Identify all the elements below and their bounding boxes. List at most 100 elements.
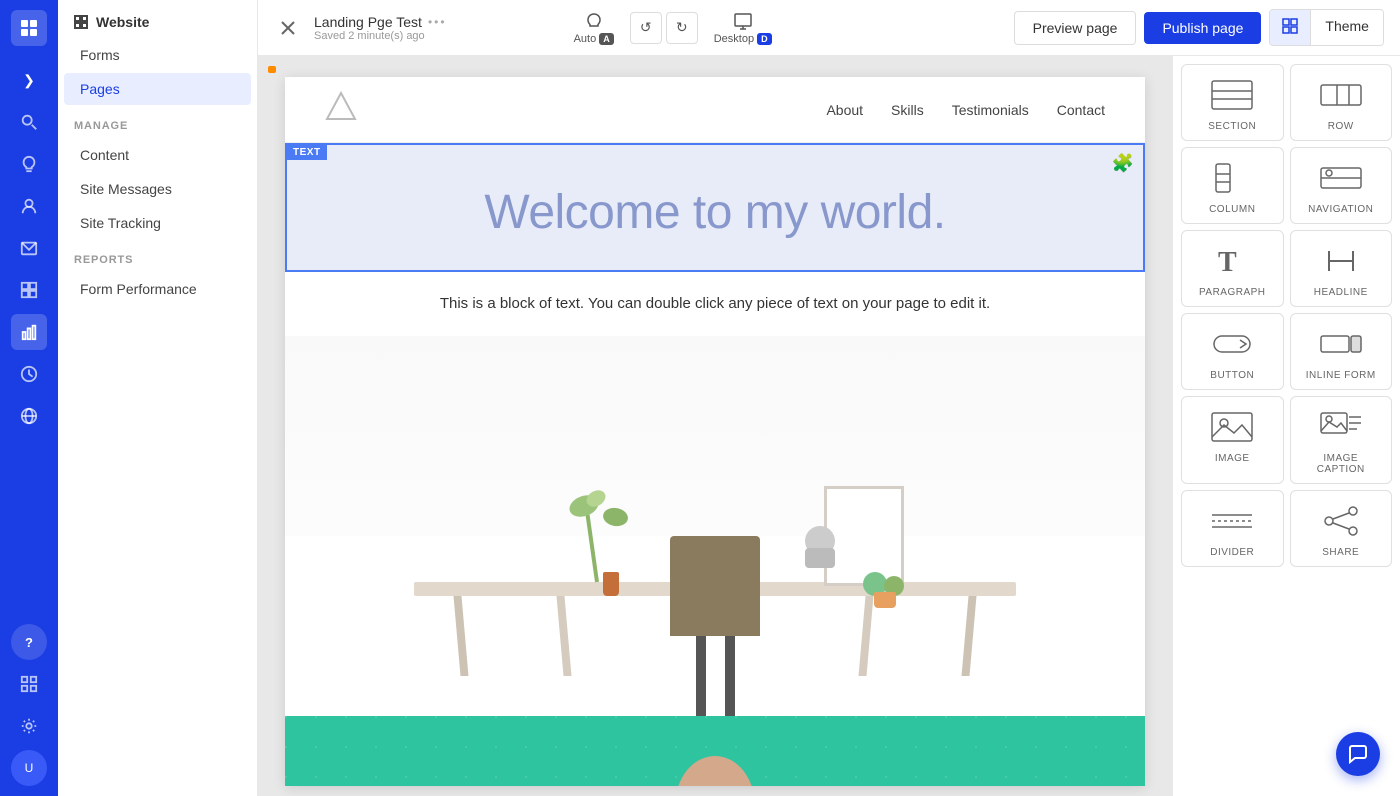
help-nav-icon[interactable]: ? (11, 624, 47, 660)
site-logo (325, 91, 357, 128)
saved-status: Saved 2 minute(s) ago (314, 30, 447, 42)
sidebar: Website Forms Pages MANAGE Content Site … (58, 0, 258, 796)
widget-divider[interactable]: DIVIDER (1181, 490, 1284, 567)
close-button[interactable] (274, 14, 302, 42)
paragraph-widget-label: PARAGRAPH (1199, 287, 1266, 298)
button-widget-icon (1208, 326, 1256, 362)
desktop-mode-button[interactable]: Desktop D (714, 11, 772, 45)
mode-toggle-left[interactable] (1270, 10, 1311, 45)
nav-link-testimonials[interactable]: Testimonials (952, 102, 1029, 118)
widget-button[interactable]: BUTTON (1181, 313, 1284, 390)
image-widget-label: IMAGE (1215, 453, 1250, 464)
dashboard-nav-icon[interactable] (11, 272, 47, 308)
publish-button[interactable]: Publish page (1144, 12, 1261, 44)
column-widget-icon (1208, 160, 1256, 196)
widget-inline-form[interactable]: INLINE FORM (1290, 313, 1393, 390)
collapse-icon[interactable]: ❯ (11, 62, 47, 98)
page-nav: About Skills Testimonials Contact (285, 77, 1145, 143)
clock-nav-icon[interactable] (11, 356, 47, 392)
sidebar-item-site-messages[interactable]: Site Messages (64, 173, 251, 205)
canvas: About Skills Testimonials Contact TEXT 🧩… (285, 77, 1145, 786)
auto-mode-button[interactable]: Auto A (574, 11, 614, 45)
widget-column[interactable]: COLUMN (1181, 147, 1284, 224)
nav-rail: ❯ ? U (0, 0, 58, 796)
main-area: Landing Pge Test ••• Saved 2 minute(s) a… (258, 0, 1400, 796)
page-menu-dots[interactable]: ••• (428, 15, 447, 29)
inline-form-widget-label: INLINE FORM (1306, 370, 1376, 381)
preview-button[interactable]: Preview page (1014, 11, 1137, 45)
apps-nav-icon[interactable] (11, 666, 47, 702)
desktop-badge: D (757, 33, 772, 45)
top-bar: Landing Pge Test ••• Saved 2 minute(s) a… (258, 0, 1400, 56)
nav-link-about[interactable]: About (826, 102, 863, 118)
widget-grid: SECTION ROW (1181, 64, 1392, 567)
canvas-wrapper: About Skills Testimonials Contact TEXT 🧩… (258, 56, 1172, 796)
contacts-nav-icon[interactable] (11, 188, 47, 224)
undo-redo-group: ↺ ↻ (630, 12, 698, 44)
green-section (285, 716, 1145, 786)
column-widget-label: COLUMN (1209, 204, 1255, 215)
sidebar-item-forms[interactable]: Forms (64, 39, 251, 71)
sidebar-item-pages[interactable]: Pages (64, 73, 251, 105)
lightbulb-nav-icon[interactable] (11, 146, 47, 182)
paragraph-widget-icon: T (1208, 243, 1256, 279)
auto-badge: A (599, 33, 614, 45)
image-widget-icon (1208, 409, 1256, 445)
widget-share[interactable]: SHARE (1290, 490, 1393, 567)
widget-image-caption[interactable]: IMAGE CAPTION (1290, 396, 1393, 484)
redo-button[interactable]: ↻ (666, 12, 698, 44)
widget-paragraph[interactable]: T PARAGRAPH (1181, 230, 1284, 307)
page-info: Landing Pge Test ••• Saved 2 minute(s) a… (314, 14, 447, 42)
sidebar-title: Website (96, 14, 149, 30)
app-logo[interactable] (11, 10, 47, 46)
section-widget-icon (1208, 77, 1256, 113)
right-panel: SECTION ROW (1172, 56, 1400, 796)
share-widget-icon (1317, 503, 1365, 539)
puzzle-icon[interactable]: 🧩 (1111, 151, 1135, 175)
page-name: Landing Pge Test (314, 14, 422, 30)
sidebar-section-reports: REPORTS (58, 240, 257, 272)
page-nav-links: About Skills Testimonials Contact (826, 102, 1105, 118)
sidebar-item-form-performance[interactable]: Form Performance (64, 273, 251, 305)
sidebar-section-manage: MANAGE (58, 106, 257, 138)
row-widget-label: ROW (1328, 121, 1354, 132)
text-section-wrapper[interactable]: TEXT 🧩 Welcome to my world. (285, 143, 1145, 272)
widget-image[interactable]: IMAGE (1181, 396, 1284, 484)
text-section: Welcome to my world. (287, 145, 1143, 270)
headline-widget-icon (1317, 243, 1365, 279)
theme-button[interactable]: Theme (1311, 10, 1383, 45)
headline-widget-label: HEADLINE (1314, 287, 1368, 298)
text-block[interactable]: This is a block of text. You can double … (285, 272, 1145, 336)
desktop-label: Desktop (714, 33, 754, 45)
globe-nav-icon[interactable] (11, 398, 47, 434)
undo-button[interactable]: ↺ (630, 12, 662, 44)
chat-bubble[interactable] (1336, 732, 1380, 776)
page-heading[interactable]: Welcome to my world. (327, 185, 1103, 240)
auto-label: Auto (574, 33, 597, 45)
editor-area: About Skills Testimonials Contact TEXT 🧩… (258, 56, 1400, 796)
inline-form-widget-icon (1317, 326, 1365, 362)
user-avatar[interactable]: U (11, 750, 47, 786)
nav-link-contact[interactable]: Contact (1057, 102, 1105, 118)
body-text: This is a block of text. You can double … (325, 292, 1105, 316)
search-nav-icon[interactable] (11, 104, 47, 140)
chart-nav-icon[interactable] (11, 314, 47, 350)
share-widget-label: SHARE (1322, 547, 1359, 558)
divider-widget-icon (1208, 503, 1256, 539)
image-section (285, 336, 1145, 716)
sidebar-item-site-tracking[interactable]: Site Tracking (64, 207, 251, 239)
widget-headline[interactable]: HEADLINE (1290, 230, 1393, 307)
section-label: TEXT (287, 145, 327, 160)
widget-row[interactable]: ROW (1290, 64, 1393, 141)
section-widget-label: SECTION (1208, 121, 1256, 132)
sidebar-item-content[interactable]: Content (64, 139, 251, 171)
widget-navigation[interactable]: NAVIGATION (1290, 147, 1393, 224)
svg-text:T: T (1218, 247, 1237, 278)
settings-nav-icon[interactable] (11, 708, 47, 744)
image-caption-widget-icon (1317, 409, 1365, 445)
navigation-widget-icon (1317, 160, 1365, 196)
nav-link-skills[interactable]: Skills (891, 102, 924, 118)
email-nav-icon[interactable] (11, 230, 47, 266)
navigation-widget-label: NAVIGATION (1308, 204, 1373, 215)
widget-section[interactable]: SECTION (1181, 64, 1284, 141)
